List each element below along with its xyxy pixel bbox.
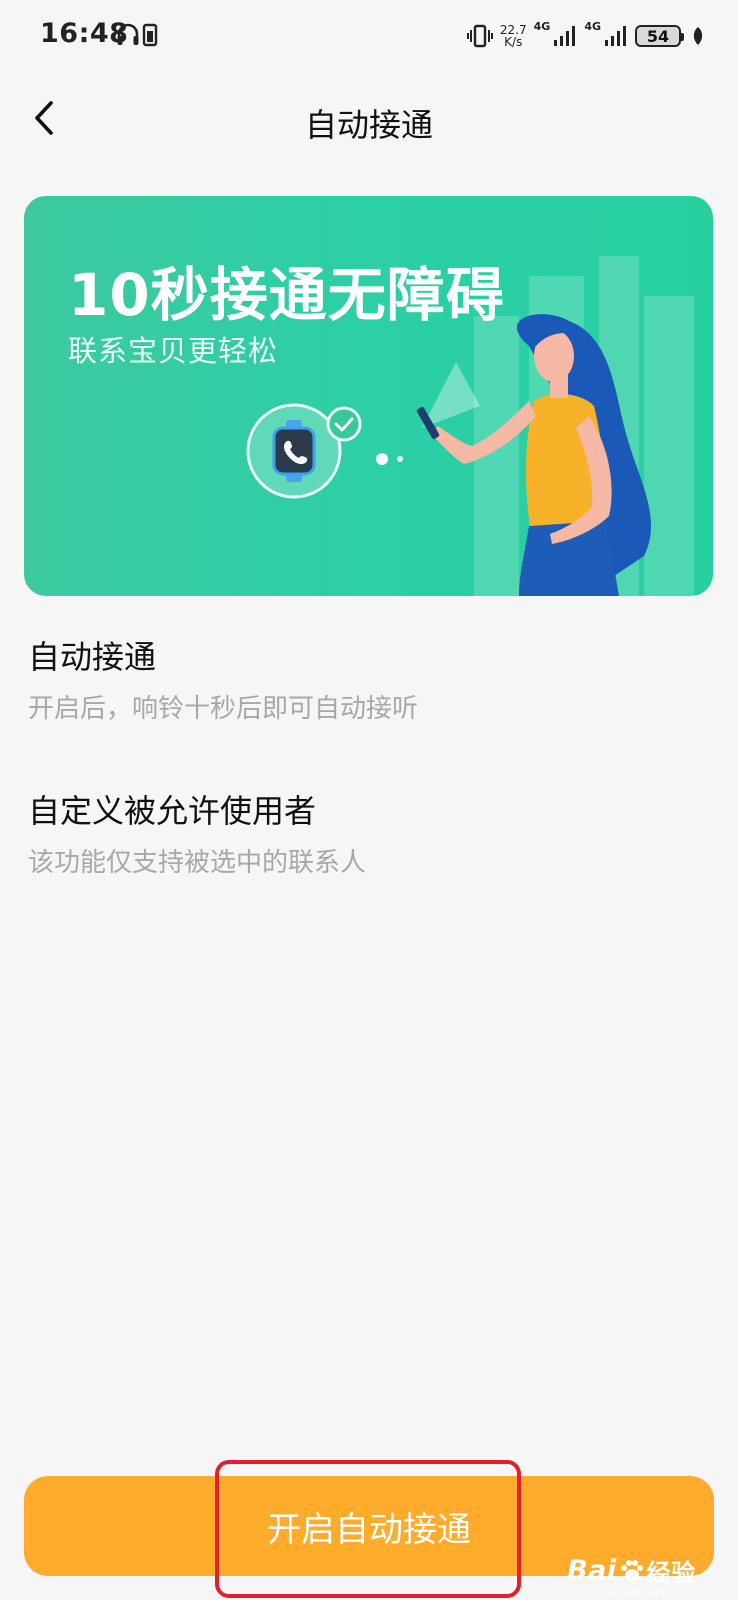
watch-icon xyxy=(246,403,342,499)
option-description: 该功能仅支持被选中的联系人 xyxy=(28,848,367,878)
check-icon xyxy=(326,406,362,442)
phone-battery-icon xyxy=(142,23,158,47)
signal-bars-icon xyxy=(554,26,576,46)
banner-title: 10秒接通无障碍 xyxy=(68,261,505,329)
option-title: 自动接通 xyxy=(28,638,157,676)
status-bar: 16:48 22.7 K/s 4G 4G 54 xyxy=(0,0,738,70)
vibrate-icon xyxy=(466,24,493,48)
battery-indicator: 54 xyxy=(635,25,684,47)
option-title: 自定义被允许使用者 xyxy=(28,792,317,830)
feature-banner: 10秒接通无障碍 联系宝贝更轻松 xyxy=(24,196,713,596)
option-allowed-users[interactable]: 自定义被允许使用者 该功能仅支持被选中的联系人 xyxy=(28,786,366,879)
paw-icon xyxy=(620,1559,643,1581)
signal-label-2: 4G xyxy=(584,20,601,33)
status-left-icons xyxy=(116,22,160,52)
page-title: 自动接通 xyxy=(304,106,433,144)
headphones-icon xyxy=(117,23,139,45)
banner-subtitle: 联系宝贝更轻松 xyxy=(68,334,279,368)
leaf-icon xyxy=(693,27,703,45)
signal-bars-icon xyxy=(605,26,626,46)
baidu-watermark: Bai 经验 jingyan.baidu.com xyxy=(567,1555,703,1599)
signal-label-1: 4G xyxy=(533,20,551,33)
status-right-icons: 22.7 K/s 4G 4G 54 xyxy=(466,16,704,56)
network-speed: 22.7 K/s xyxy=(499,23,527,49)
option-description: 开启后，响铃十秒后即可自动接听 xyxy=(28,694,419,724)
option-auto-answer[interactable]: 自动接通 开启后，响铃十秒后即可自动接听 xyxy=(28,632,418,725)
nav-bar: 自动接通 xyxy=(0,84,738,154)
